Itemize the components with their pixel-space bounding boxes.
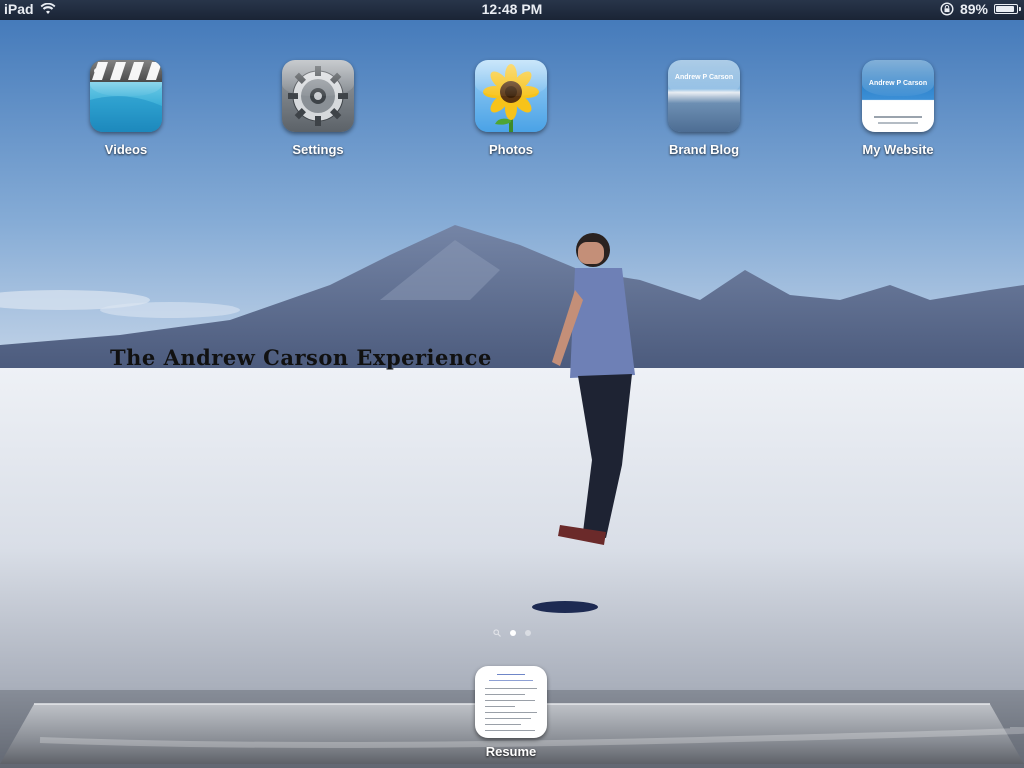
spotlight-search-icon[interactable] xyxy=(493,624,501,642)
app-label: Settings xyxy=(292,142,344,157)
dock-app-resume[interactable]: Resume xyxy=(451,666,571,759)
page-indicator[interactable] xyxy=(0,624,1024,642)
page-dot[interactable] xyxy=(525,630,531,636)
app-settings[interactable]: Settings xyxy=(258,60,378,157)
app-label: My Website xyxy=(862,142,934,157)
brand-blog-thumb-text: Andrew P Carson xyxy=(674,74,734,81)
photos-icon[interactable] xyxy=(475,60,547,132)
dock-app-label: Resume xyxy=(485,744,537,759)
app-label: Photos xyxy=(488,142,534,157)
app-photos[interactable]: Photos xyxy=(451,60,571,157)
app-label: Brand Blog xyxy=(668,142,740,157)
battery-icon xyxy=(994,4,1021,14)
app-videos[interactable]: Videos xyxy=(66,60,186,157)
app-brand-blog[interactable]: Andrew P Carson Brand Blog xyxy=(644,60,764,157)
app-label: Videos xyxy=(104,142,148,157)
my-website-icon[interactable]: Andrew P Carson xyxy=(862,60,934,132)
settings-icon[interactable] xyxy=(282,60,354,132)
status-bar: iPad 12:48 PM 89% xyxy=(0,0,1024,20)
clock: 12:48 PM xyxy=(481,1,543,17)
page-dot-current[interactable] xyxy=(510,630,516,636)
app-my-website[interactable]: Andrew P Carson My Website xyxy=(838,60,958,157)
videos-icon[interactable] xyxy=(90,60,162,132)
battery-percent: 89% xyxy=(959,1,988,17)
brand-blog-icon[interactable]: Andrew P Carson xyxy=(668,60,740,132)
resume-icon[interactable] xyxy=(475,666,547,738)
rotation-lock-icon xyxy=(940,2,954,16)
wallpaper-title: The Andrew Carson Experience xyxy=(110,345,492,370)
